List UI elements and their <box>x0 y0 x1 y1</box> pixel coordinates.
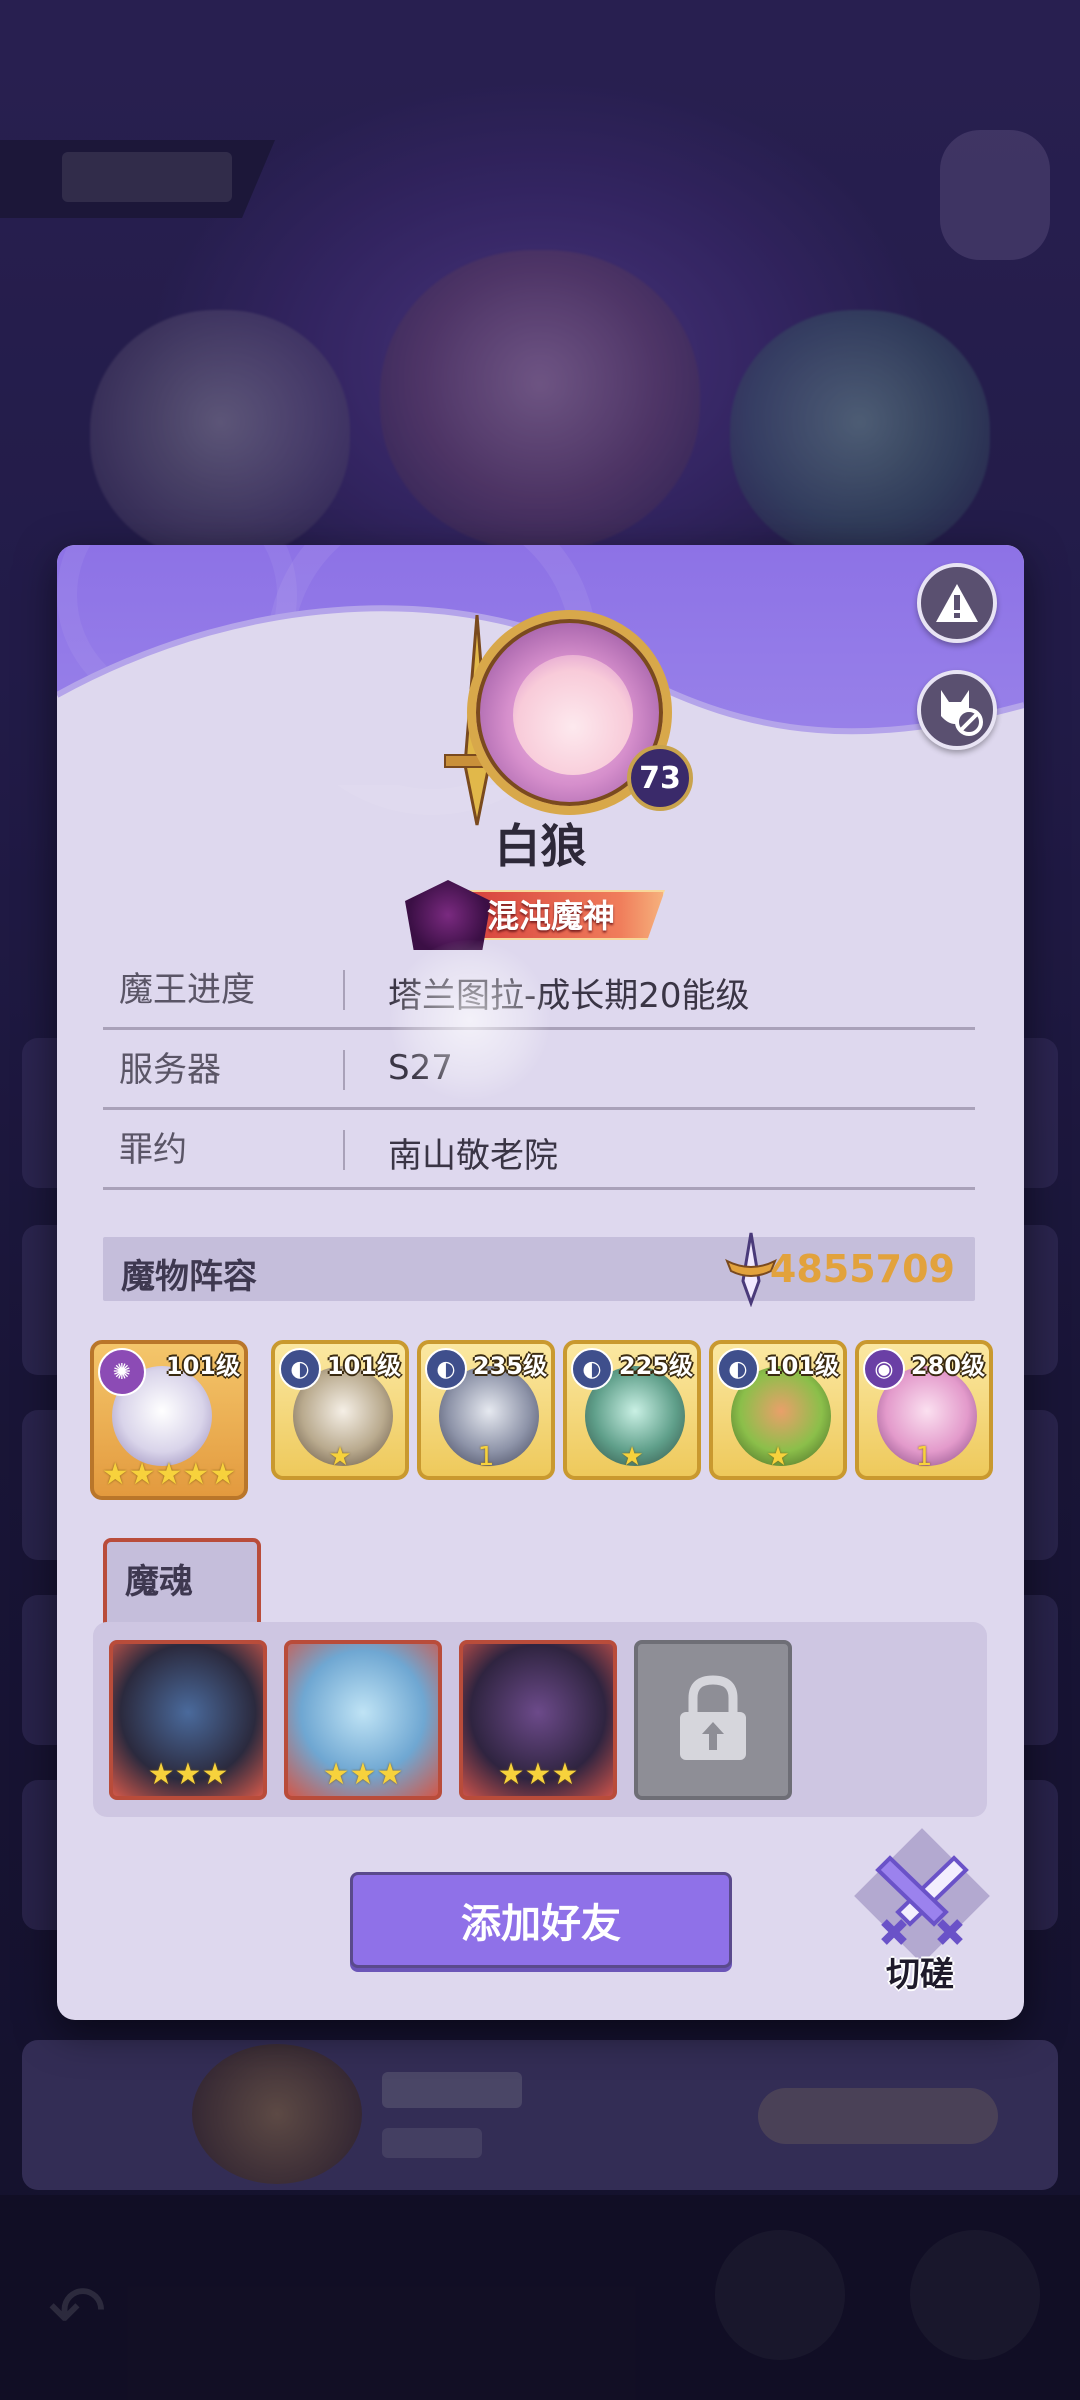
team-hero-slot[interactable]: ◐ 235级 1 <box>417 1340 555 1480</box>
player-title-label: 混沌魔神 <box>487 897 616 935</box>
player-avatar[interactable]: 73 <box>397 585 697 845</box>
team-hero-slot[interactable]: ✺ 101级 ★★★★★ <box>90 1340 248 1500</box>
duel-button[interactable]: 切磋 <box>850 1828 990 1995</box>
info-separator <box>343 970 345 1010</box>
player-title-badge: 混沌魔神 <box>405 880 675 950</box>
soul-section-label: 魔魂 <box>125 1562 193 1602</box>
avatar-portrait <box>513 655 633 775</box>
hero-stars: ★ <box>328 1442 352 1472</box>
soul-slot[interactable]: ★★★ <box>109 1640 267 1800</box>
soul-stars: ★★★ <box>147 1757 229 1792</box>
wolf-class-icon: ◐ <box>279 1348 321 1390</box>
team-hero-slot[interactable]: ◐ 101级 ★ <box>709 1340 847 1480</box>
team-power-value: 4855709 <box>769 1247 955 1291</box>
report-button[interactable] <box>917 563 997 643</box>
team-hero-slot[interactable]: ◐ 225级 ★ <box>563 1340 701 1480</box>
lock-icon <box>680 1675 746 1760</box>
hero-level: 101级 <box>165 1352 240 1380</box>
hero-level: 101级 <box>764 1352 839 1380</box>
add-friend-button[interactable]: 添加好友 <box>350 1872 732 1968</box>
soul-stars: ★★★ <box>322 1757 404 1792</box>
eye-class-icon: ◉ <box>863 1348 905 1390</box>
info-separator <box>343 1050 345 1090</box>
info-value: 南山敬老院 <box>388 1136 558 1176</box>
block-button[interactable] <box>917 670 997 750</box>
crossed-swords-icon <box>875 1855 969 1945</box>
hero-stars: 1 <box>477 1442 495 1472</box>
player-level-badge: 73 <box>627 745 693 811</box>
soul-stars: ★★★ <box>497 1757 579 1792</box>
team-section-header: 魔物阵容 4855709 <box>103 1232 975 1307</box>
spiral-class-icon: ✺ <box>98 1348 146 1396</box>
duel-label: 切磋 <box>886 1955 954 1995</box>
hero-stars: 1 <box>915 1442 933 1472</box>
soul-slot[interactable]: ★★★ <box>459 1640 617 1800</box>
hero-level: 101级 <box>326 1352 401 1380</box>
hero-stars: ★ <box>620 1442 644 1472</box>
hero-stars: ★★★★★ <box>101 1457 237 1492</box>
team-section-label: 魔物阵容 <box>121 1257 257 1297</box>
warning-icon <box>936 584 978 622</box>
info-row-guild: 罪约 南山敬老院 <box>103 1110 975 1190</box>
team-hero-slot[interactable]: ◐ 101级 ★ <box>271 1340 409 1480</box>
info-key: 服务器 <box>119 1050 221 1090</box>
hero-stars: ★ <box>766 1442 790 1472</box>
block-cat-icon <box>941 690 983 736</box>
hero-level: 280级 <box>910 1352 985 1380</box>
hero-level: 225级 <box>618 1352 693 1380</box>
player-name: 白狼 <box>494 819 587 873</box>
info-key: 魔王进度 <box>119 970 255 1010</box>
hero-level: 235级 <box>472 1352 547 1380</box>
info-separator <box>343 1130 345 1170</box>
locked-soul-slot[interactable] <box>634 1640 792 1800</box>
wolf-class-icon: ◐ <box>425 1348 467 1390</box>
team-hero-slot[interactable]: ◉ 280级 1 <box>855 1340 993 1480</box>
soul-slot[interactable]: ★★★ <box>284 1640 442 1800</box>
info-key: 罪约 <box>119 1130 187 1170</box>
wolf-class-icon: ◐ <box>571 1348 613 1390</box>
touch-indicator <box>390 940 550 1100</box>
wolf-class-icon: ◐ <box>717 1348 759 1390</box>
